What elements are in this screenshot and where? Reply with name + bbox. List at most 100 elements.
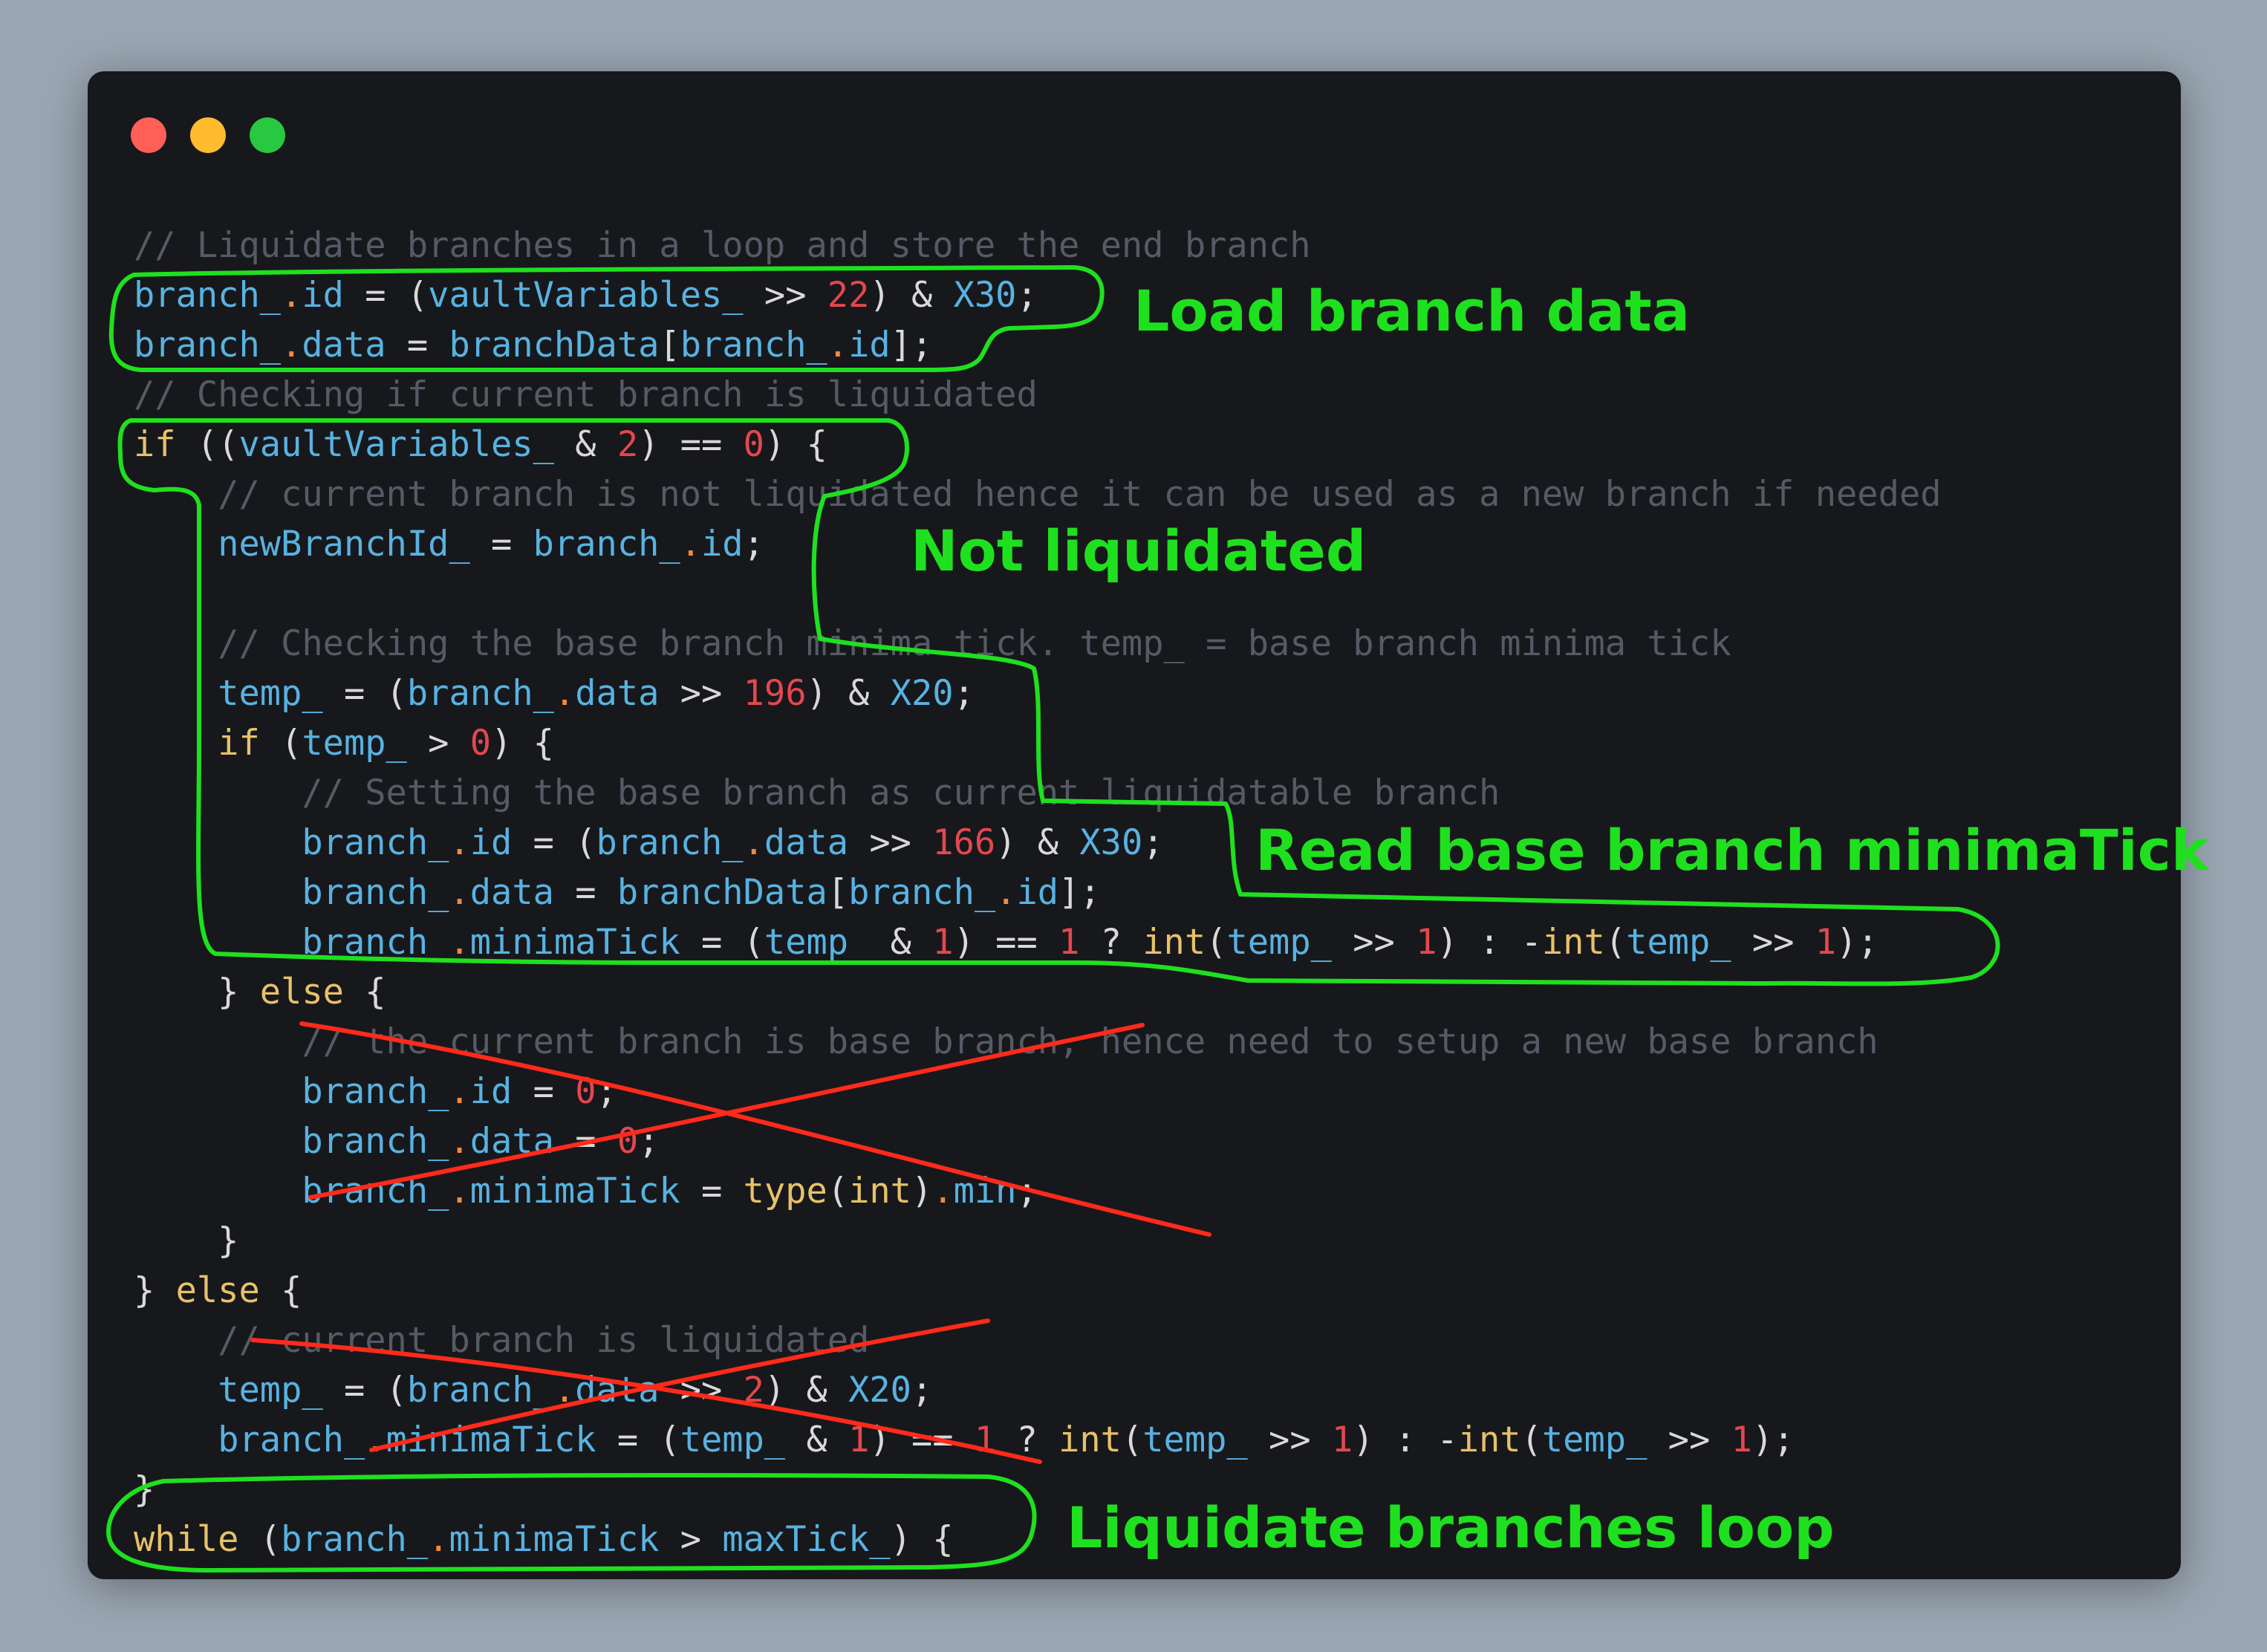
code-token-op: & — [869, 922, 933, 963]
code-token-op: >> — [659, 1370, 744, 1411]
code-token-punc: ; — [596, 1071, 617, 1112]
code-token-num: 2 — [617, 424, 639, 465]
close-window-icon[interactable] — [131, 117, 166, 153]
code-token-id: temp_ — [1226, 922, 1332, 963]
code-token-id: branch_ — [596, 822, 744, 863]
code-token-id: id — [1016, 872, 1059, 913]
code-token-op: ( — [259, 723, 302, 764]
code-token-id: id — [848, 325, 891, 365]
code-token-op — [134, 773, 302, 813]
code-token-op: >> — [659, 673, 744, 714]
code-token-op — [134, 524, 218, 565]
code-token-id: vaultVariables_ — [428, 275, 744, 316]
code-token-id: temp_ — [1142, 1420, 1248, 1460]
code-token-comment: // current branch is not liquidated henc… — [218, 474, 1942, 515]
code-token-op — [134, 1021, 302, 1062]
code-token-num: 1 — [1731, 1420, 1752, 1460]
code-line: if ((vaultVariables_ & 2) == 0) { — [134, 420, 1942, 469]
code-line: // Setting the base branch as current li… — [134, 768, 1942, 818]
code-token-num: 196 — [743, 673, 807, 714]
code-token-op: ) == — [953, 922, 1059, 963]
code-token-id: temp_ — [764, 922, 870, 963]
code-token-fn: int — [848, 1171, 911, 1212]
code-token-num: 166 — [932, 822, 996, 863]
code-token-num: 0 — [469, 723, 492, 764]
code-line: } — [134, 1216, 1942, 1266]
code-line: branch_.data = 0; — [134, 1116, 1942, 1166]
code-token-num: 2 — [743, 1370, 764, 1411]
code-token-prop: . — [449, 1121, 470, 1162]
code-token-op: = — [469, 524, 533, 565]
code-token-op: ? — [1079, 922, 1143, 963]
code-token-id: id — [701, 524, 744, 565]
code-token-op — [134, 922, 302, 963]
code-token-punc: ; — [1142, 822, 1164, 863]
code-token-comment: // current branch is liquidated — [218, 1320, 870, 1361]
code-token-op: = — [386, 325, 449, 365]
code-token-id: min — [953, 1171, 1017, 1212]
code-token-id: branch_ — [848, 872, 996, 913]
code-token-op: (( — [175, 424, 239, 465]
code-token-op: > — [406, 723, 470, 764]
code-token-prop: . — [449, 1171, 470, 1212]
code-token-fn: int — [1457, 1420, 1521, 1460]
code-token-id: X20 — [890, 673, 954, 714]
code-token-op — [134, 1420, 218, 1460]
code-token-id: branch_ — [281, 1519, 429, 1560]
code-token-punc: ]; — [1058, 872, 1101, 913]
code-token-prop: . — [827, 325, 849, 365]
code-token-id: branch_ — [533, 524, 680, 565]
code-token-op: & — [553, 424, 617, 465]
code-token-kw: if — [134, 424, 176, 465]
code-token-id: branch_ — [406, 1370, 554, 1411]
code-token-op: ) { — [491, 723, 554, 764]
code-token-op: = ( — [343, 275, 429, 316]
code-token-op: > — [659, 1519, 723, 1560]
code-token-punc: ; — [953, 673, 975, 714]
code-token-op — [134, 723, 218, 764]
code-token-id: temp_ — [218, 1370, 323, 1411]
code-token-op: = — [680, 1171, 744, 1212]
code-line: } else { — [134, 1266, 1942, 1316]
code-token-op: = ( — [680, 922, 764, 963]
code-token-id: X30 — [953, 275, 1017, 316]
code-token-id: maxTick_ — [722, 1519, 891, 1560]
code-token-id: temp_ — [302, 723, 407, 764]
code-token-id: temp_ — [1541, 1420, 1648, 1460]
code-token-op — [134, 673, 218, 714]
code-token-op: { — [343, 972, 386, 1012]
code-token-prop: . — [428, 1519, 449, 1560]
code-line: } else { — [134, 967, 1942, 1017]
code-token-id: branchData — [617, 872, 827, 913]
code-token-punc: [ — [827, 872, 849, 913]
code-token-id: branch_ — [302, 822, 449, 863]
code-token-id: id — [302, 275, 344, 316]
code-token-punc: ; — [743, 524, 764, 565]
code-token-id: data — [469, 872, 554, 913]
code-token-op: ) == — [638, 424, 744, 465]
code-token-kw: while — [134, 1519, 239, 1560]
code-token-id: vaultVariables_ — [238, 424, 554, 465]
code-token-id: data — [575, 673, 660, 714]
code-token-num: 0 — [617, 1121, 639, 1162]
code-token-id: data — [764, 822, 849, 863]
code-token-op: ) : - — [1353, 1420, 1458, 1460]
code-line: // Checking the base branch minima tick.… — [134, 619, 1942, 669]
code-block: // Liquidate branches in a loop and stor… — [134, 221, 1942, 1564]
code-token-op: ); — [1836, 922, 1879, 963]
code-token-op: = ( — [322, 673, 407, 714]
code-token-op: } — [134, 972, 260, 1012]
code-token-num: 1 — [932, 922, 954, 963]
code-token-num: 1 — [848, 1420, 870, 1460]
code-token-num: 1 — [1416, 922, 1437, 963]
minimize-window-icon[interactable] — [190, 117, 226, 153]
code-token-op: = — [512, 1071, 576, 1112]
code-token-op: ( — [1121, 1420, 1143, 1460]
code-token-id: branch_ — [302, 1121, 449, 1162]
code-token-id: branch_ — [134, 275, 282, 316]
code-token-prop: . — [449, 1071, 470, 1112]
maximize-window-icon[interactable] — [250, 117, 285, 153]
code-token-op: >> — [1647, 1420, 1731, 1460]
code-token-id: minimaTick — [386, 1420, 596, 1460]
code-token-id: branch_ — [302, 1071, 449, 1112]
